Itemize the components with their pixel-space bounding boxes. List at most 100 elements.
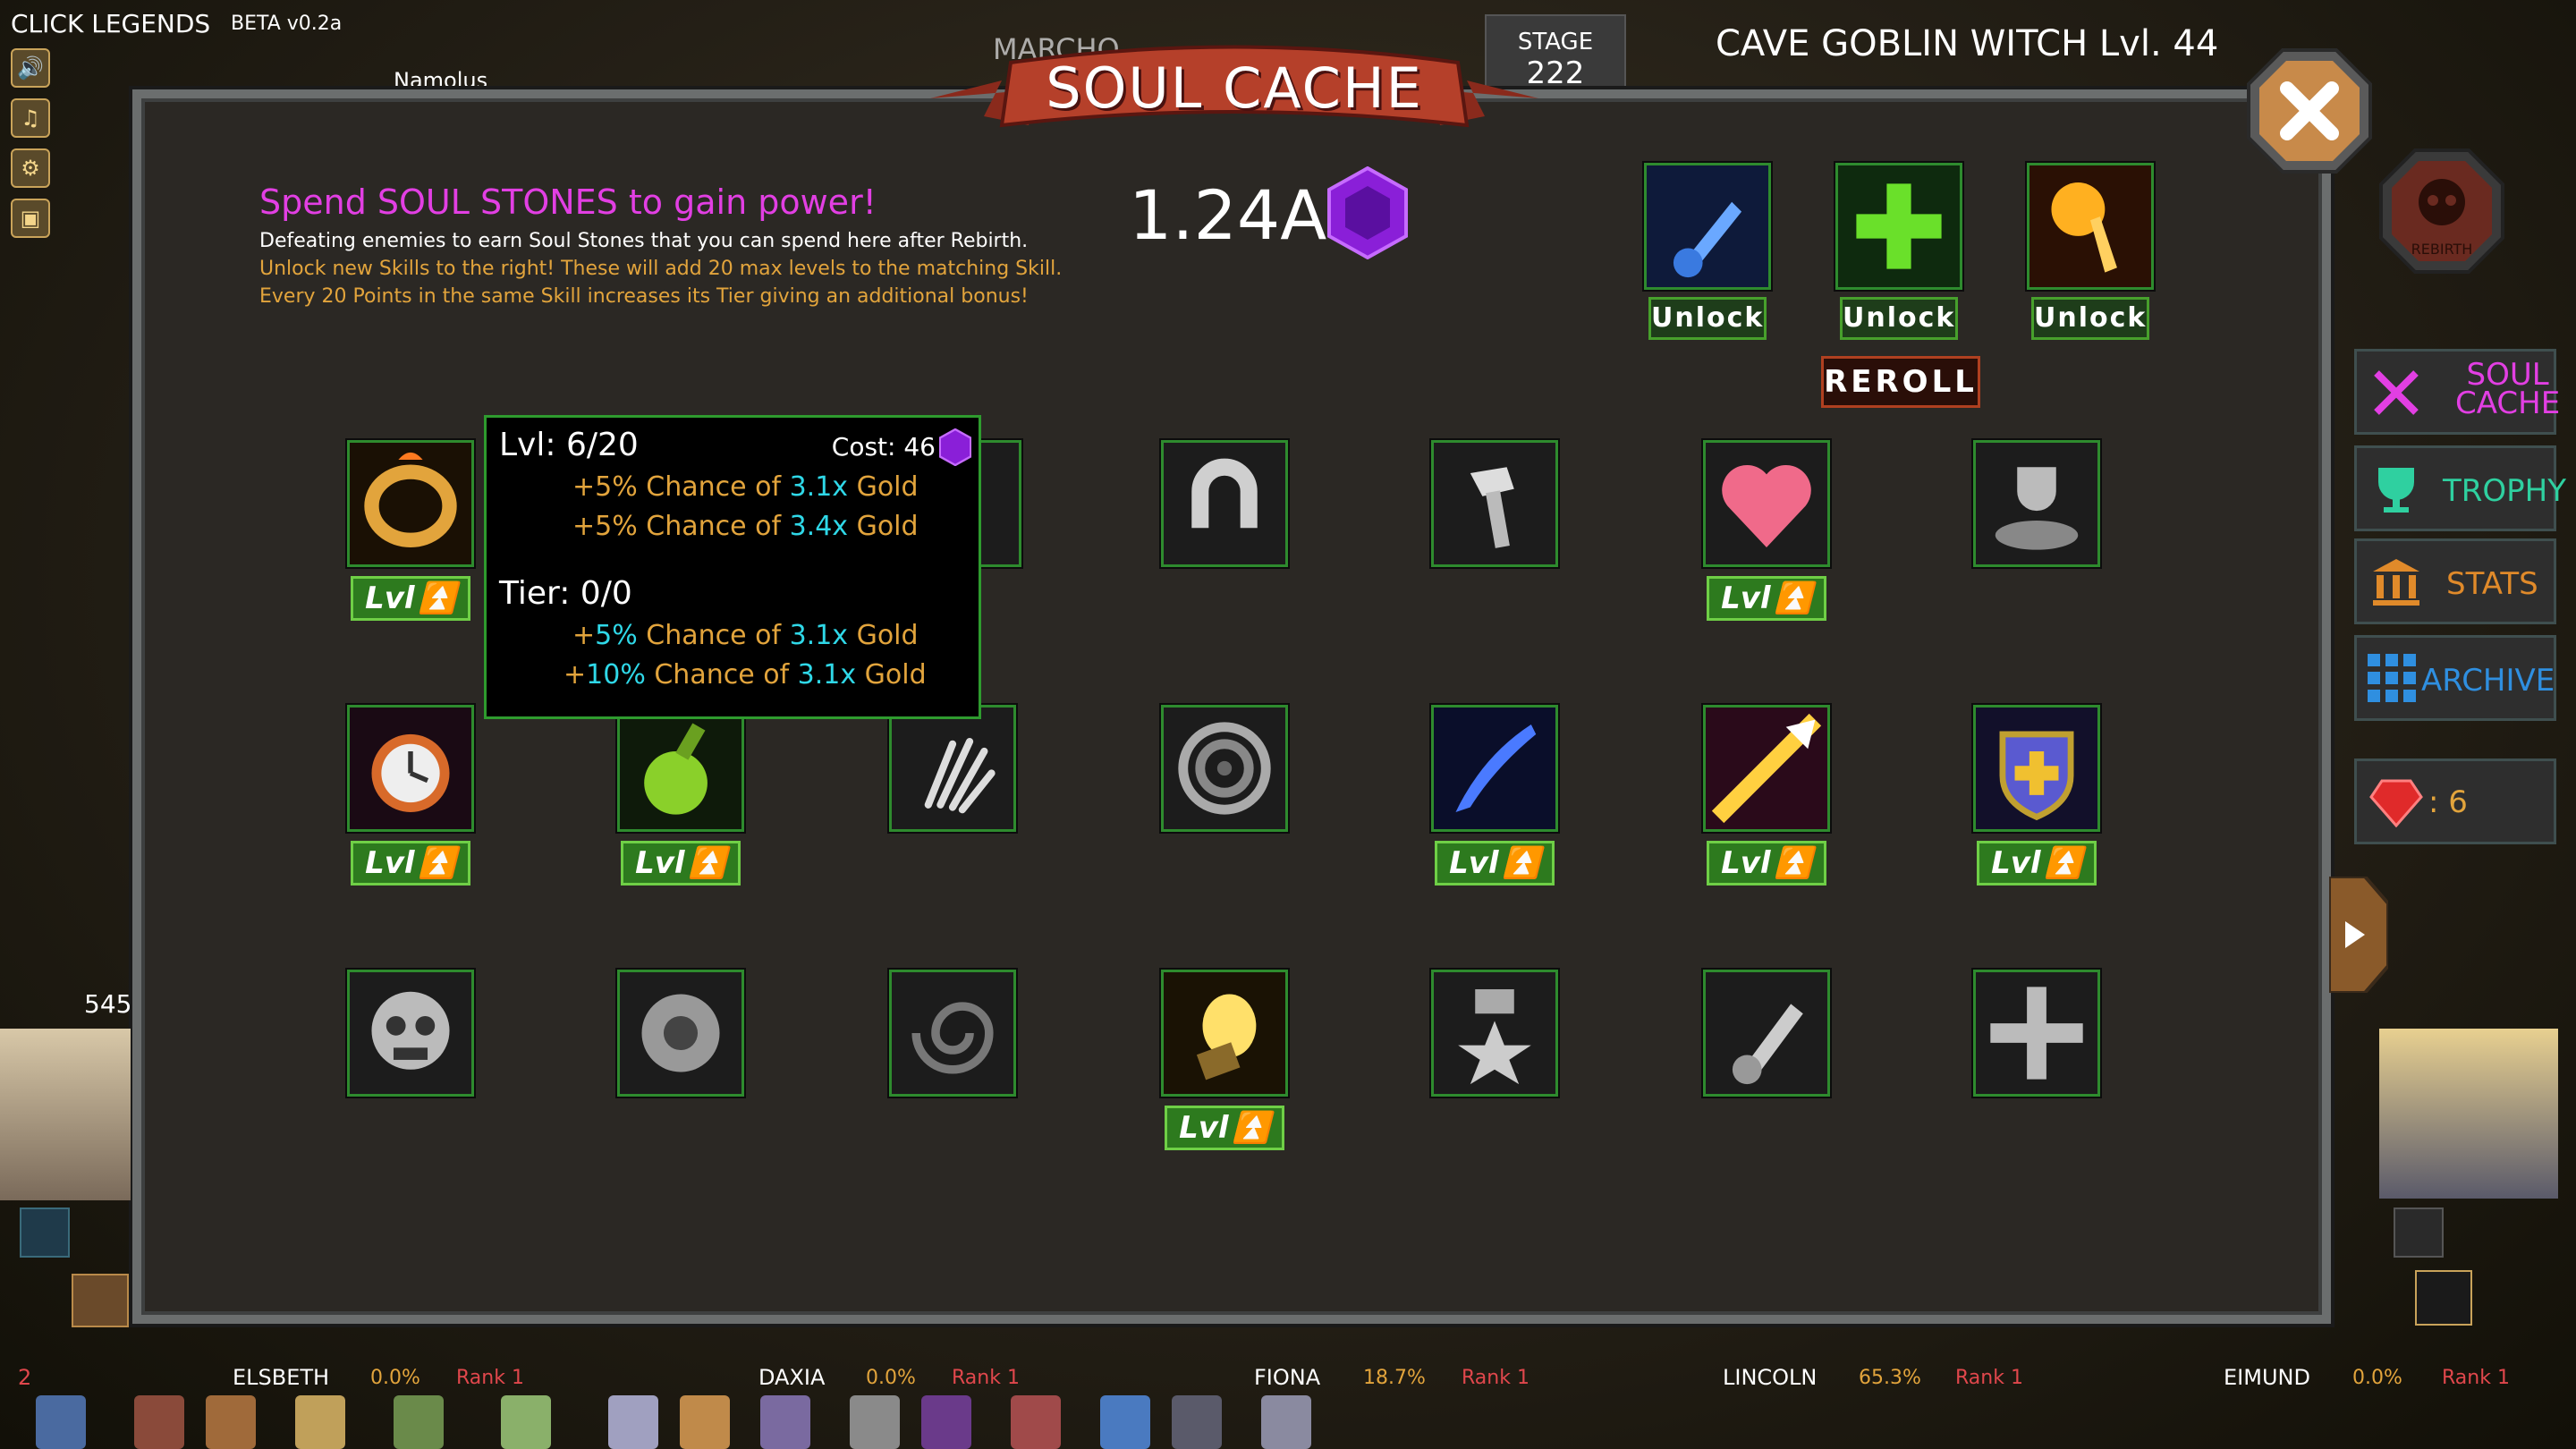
skill-slot-vortex[interactable]	[1161, 705, 1288, 832]
left-counter: 545	[84, 989, 132, 1019]
crossed-swords-icon	[2374, 370, 2419, 415]
green-cross-icon	[1838, 165, 1960, 287]
enemy-title: CAVE GOBLIN WITCH Lvl. 44	[1716, 23, 2219, 64]
speaker-icon[interactable]: 🔊	[11, 48, 50, 88]
hero-sprite[interactable]	[501, 1395, 551, 1449]
unlock-button-2[interactable]: Unlock	[1840, 297, 1958, 340]
hammer-icon	[1434, 443, 1555, 564]
skill-slot-golden-arrow[interactable]	[1703, 705, 1830, 832]
holy-shield-icon	[1976, 708, 2097, 829]
level-up-button[interactable]: Lvl ⏫	[1165, 1106, 1284, 1150]
skill-slot-eye-orb[interactable]	[617, 970, 744, 1097]
hero-name-eimund: EIMUND	[2224, 1365, 2310, 1390]
unlock-slot-1[interactable]	[1644, 163, 1771, 290]
hero-progress: 0.0%	[370, 1367, 420, 1389]
skill-slot-heart[interactable]	[1703, 440, 1830, 567]
tab-soul-cache[interactable]: SOUL CACHE	[2354, 349, 2560, 435]
tooltip-tier-line1: +5% Chance of 3.1x Gold	[572, 620, 919, 651]
hero-sprite[interactable]	[1172, 1395, 1222, 1449]
unlock-button-1[interactable]: Unlock	[1648, 297, 1767, 340]
gear-icon[interactable]: ⚙	[11, 148, 50, 188]
skill-slot-dark-swirl[interactable]	[889, 970, 1016, 1097]
hero-rank: Rank 1	[2442, 1367, 2510, 1389]
skill-slot-stopwatch[interactable]	[347, 705, 474, 832]
hero-name-lincoln: LINCOLN	[1723, 1365, 1818, 1390]
grey-cross-icon	[1976, 972, 2097, 1094]
hero-name-elsbeth: ELSBETH	[233, 1365, 330, 1390]
reroll-button[interactable]: REROLL	[1821, 356, 1980, 408]
level-up-button[interactable]: Lvl ⏫	[351, 576, 470, 621]
hero-sprite[interactable]	[921, 1395, 971, 1449]
skill-slot-gold-ring[interactable]	[347, 440, 474, 567]
level-up-button[interactable]: Lvl ⏫	[1707, 841, 1826, 886]
tooltip-tier: Tier: 0/0	[499, 575, 632, 612]
unlock-slot-3[interactable]	[2027, 163, 2154, 290]
tab-archive[interactable]: ARCHIVE	[2354, 635, 2556, 721]
hero-name-fiona: FIONA	[1254, 1365, 1321, 1390]
rebirth-button[interactable]: REBIRTH	[2379, 148, 2504, 274]
level-up-button[interactable]: Lvl ⏫	[1707, 576, 1826, 621]
tooltip-tier-line2: +10% Chance of 3.1x Gold	[564, 659, 927, 691]
music-note-icon[interactable]: ♫	[11, 98, 50, 138]
level-up-button[interactable]: Lvl ⏫	[351, 841, 470, 886]
hero-progress: 0.0%	[2352, 1367, 2402, 1389]
stopwatch-icon	[350, 708, 471, 829]
next-arrow-button[interactable]	[2329, 877, 2388, 993]
tab-stats[interactable]: STATS	[2354, 538, 2556, 624]
hero-rank: Rank 1	[1955, 1367, 2023, 1389]
skill-slot-star-medal[interactable]	[1431, 970, 1558, 1097]
hero-sprite[interactable]	[850, 1395, 900, 1449]
hero-sprite[interactable]	[608, 1395, 658, 1449]
tooltip-level: Lvl: 6/20	[499, 427, 639, 463]
unlock-slot-2[interactable]	[1835, 163, 1962, 290]
hero-rank: Rank 1	[952, 1367, 1020, 1389]
gem-count: : 6	[2428, 784, 2468, 820]
hero-sprite[interactable]	[760, 1395, 810, 1449]
hero-portrait-right	[2379, 1029, 2558, 1199]
description-line2: Unlock new Skills to the right! These wi…	[259, 258, 1063, 280]
save-disk-icon[interactable]: ▣	[11, 199, 50, 238]
golden-lantern-icon	[1164, 972, 1285, 1094]
hero-sprite[interactable]	[394, 1395, 444, 1449]
level-up-button[interactable]: Lvl ⏫	[1977, 841, 2097, 886]
hero-sprite[interactable]	[134, 1395, 184, 1449]
hero-sprite[interactable]	[1011, 1395, 1061, 1449]
swirl-item-icon[interactable]	[2415, 1270, 2472, 1326]
hero-sprite[interactable]	[1100, 1395, 1150, 1449]
level-up-button[interactable]: Lvl ⏫	[1435, 841, 1555, 886]
hero-rank: Rank 1	[1462, 1367, 1530, 1389]
skill-slot-blue-slash[interactable]	[1431, 705, 1558, 832]
tooltip-line1: +5% Chance of 3.1x Gold	[572, 471, 919, 503]
hero-sprite[interactable]	[680, 1395, 730, 1449]
hero-sprite[interactable]	[295, 1395, 345, 1449]
grey-potion-icon	[1706, 972, 1827, 1094]
golden-comet-icon	[2029, 165, 2151, 287]
skill-slot-trophy-coins[interactable]	[1973, 440, 2100, 567]
skill-slot-golden-lantern[interactable]	[1161, 970, 1288, 1097]
skill-icon-left[interactable]	[20, 1208, 70, 1258]
level-up-button[interactable]: Lvl ⏫	[621, 841, 741, 886]
skill-slot-green-potion[interactable]	[617, 705, 744, 832]
skill-slot-magnet[interactable]	[1161, 440, 1288, 567]
eye-orb-icon	[620, 972, 741, 1094]
close-button[interactable]	[2247, 48, 2372, 174]
description-line1: Defeating enemies to earn Soul Stones th…	[259, 230, 1029, 252]
skill-slot-grey-potion[interactable]	[1703, 970, 1830, 1097]
hero-sprite[interactable]	[36, 1395, 86, 1449]
soul-stone-gem-icon	[1327, 166, 1408, 259]
skill-slot-grey-cross[interactable]	[1973, 970, 2100, 1097]
hero-sprite[interactable]	[1261, 1395, 1311, 1449]
hero-portrait-left	[0, 1029, 131, 1200]
hero-progress: 18.7%	[1363, 1367, 1426, 1389]
hero-sprite[interactable]	[206, 1395, 256, 1449]
shield-item-icon[interactable]	[72, 1274, 129, 1327]
skill-slot-skeleton-hand[interactable]	[889, 705, 1016, 832]
skill-slot-hammer[interactable]	[1431, 440, 1558, 567]
unlock-button-3[interactable]: Unlock	[2031, 297, 2149, 340]
tab-trophy[interactable]: TROPHY	[2354, 445, 2566, 531]
skill-icon-right[interactable]	[2394, 1208, 2444, 1258]
skill-slot-holy-shield[interactable]	[1973, 705, 2100, 832]
app-title: CLICK LEGENDS	[11, 9, 211, 38]
hero-progress: 0.0%	[866, 1367, 916, 1389]
skill-slot-skull-mask[interactable]	[347, 970, 474, 1097]
